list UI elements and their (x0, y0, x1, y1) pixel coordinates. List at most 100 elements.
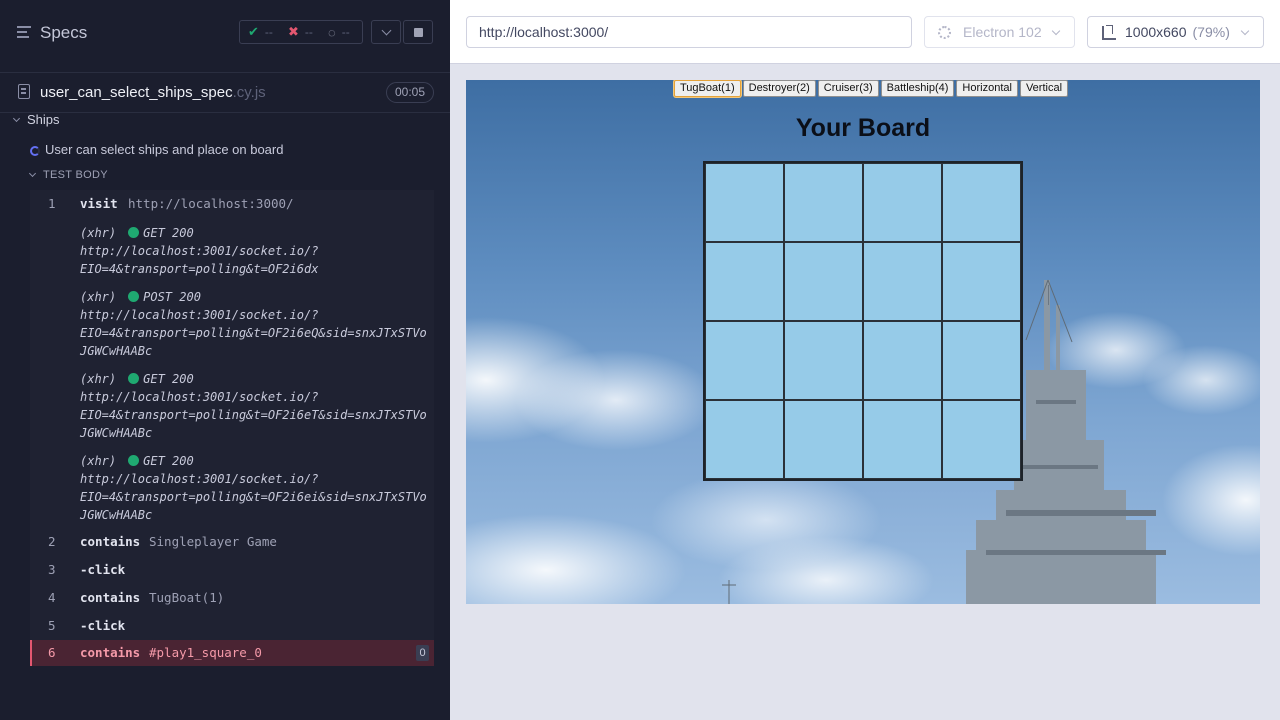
command-row[interactable]: 3 -click (30, 556, 434, 584)
xhr-log[interactable]: (xhr) GET 200 http://localhost:3001/socke… (30, 446, 434, 528)
board-square[interactable] (705, 242, 784, 321)
suite-title[interactable]: Ships (12, 112, 60, 127)
xhr-label: (xhr) (80, 290, 117, 304)
spec-name: user_can_select_ships_spec (40, 84, 233, 101)
xhr-label: (xhr) (80, 372, 117, 386)
board-square[interactable] (942, 242, 1021, 321)
reporter-header: Specs ✔ -- ✖ -- ◌ -- (0, 0, 450, 64)
failed-stat: ✖ -- (280, 24, 320, 40)
command-name: visit (80, 196, 118, 211)
board-square[interactable] (705, 163, 784, 242)
specs-menu-icon[interactable] (17, 26, 31, 38)
aut-header: http://localhost:3000/ Electron 102 1000… (450, 0, 1280, 64)
status-dot-icon (128, 373, 140, 384)
browser-label: Electron 102 (963, 24, 1042, 40)
command-message: #play1_square_0 (149, 645, 262, 660)
spec-ext: .cy.js (232, 84, 266, 101)
pending-stat: ◌ -- (320, 25, 360, 40)
command-row[interactable]: 4 contains TugBoat(1) (30, 584, 434, 612)
duration-badge: 00:05 (386, 82, 434, 103)
x-icon: ✖ (288, 24, 299, 39)
board-square[interactable] (784, 400, 863, 479)
passed-stat: ✔ -- (240, 24, 280, 40)
expand-collapse-button[interactable] (371, 20, 401, 44)
test-title[interactable]: User can select ships and place on board (30, 142, 283, 157)
board-square[interactable] (942, 400, 1021, 479)
running-spinner-icon (30, 145, 40, 156)
reporter-panel: Specs ✔ -- ✖ -- ◌ -- user_can_select_shi… (0, 0, 450, 720)
command-row-failed[interactable]: 6 contains #play1_square_0 0 (30, 640, 434, 666)
command-message: Singleplayer Game (149, 534, 277, 549)
stop-button[interactable] (403, 20, 433, 44)
chevron-down-icon (28, 169, 37, 178)
spec-file-name: user_can_select_ships_spec.cy.js (40, 84, 266, 101)
test-label: User can select ships and place on board (45, 142, 284, 157)
vertical-button[interactable]: Vertical (1019, 80, 1069, 97)
board-square[interactable] (942, 163, 1021, 242)
board-square[interactable] (863, 400, 942, 479)
board-square[interactable] (784, 242, 863, 321)
board-square[interactable] (705, 400, 784, 479)
command-name: contains (80, 645, 141, 660)
viewport-size: 1000x660 (1125, 24, 1187, 40)
cruiser-button[interactable]: Cruiser(3) (817, 80, 879, 97)
chevron-down-icon (381, 25, 391, 35)
xhr-url: http://localhost:3001/socket.io/? EIO=4&… (80, 244, 319, 276)
gear-icon (938, 26, 951, 39)
xhr-url: http://localhost:3001/socket.io/? EIO=4&… (80, 472, 427, 522)
status-dot-icon (128, 455, 140, 466)
stop-icon (413, 27, 423, 37)
command-row[interactable]: 2 contains Singleplayer Game (30, 528, 434, 556)
tugboat-button[interactable]: TugBoat(1) (674, 80, 741, 97)
status-dot-icon (128, 291, 140, 302)
command-message: TugBoat(1) (149, 590, 225, 605)
xhr-log[interactable]: (xhr) GET 200 http://localhost:3001/socke… (30, 218, 434, 282)
ruler-icon (1102, 25, 1116, 40)
xhr-label: (xhr) (80, 454, 117, 468)
board-square[interactable] (705, 321, 784, 400)
board-title: Your Board (795, 114, 931, 142)
command-name: -click (80, 562, 126, 577)
stats-group: ✔ -- ✖ -- ◌ -- (239, 20, 363, 44)
command-number: 5 (48, 618, 56, 633)
board-square[interactable] (863, 242, 942, 321)
test-body-label: TEST BODY (43, 169, 108, 181)
pending-count: -- (341, 25, 350, 39)
command-name: contains (80, 534, 141, 549)
board-square[interactable] (863, 163, 942, 242)
destroyer-button[interactable]: Destroyer(2) (742, 80, 816, 97)
spinner-icon: ◌ (328, 24, 336, 40)
xhr-url: http://localhost:3001/socket.io/? EIO=4&… (80, 390, 427, 440)
viewport-info[interactable]: 1000x660 (79%) (1087, 16, 1264, 48)
spec-file-header[interactable]: user_can_select_ships_spec.cy.js 00:05 (0, 72, 450, 112)
command-number: 3 (48, 562, 56, 577)
test-tree: Ships User can select ships and place on… (0, 112, 450, 680)
check-icon: ✔ (248, 24, 259, 39)
status-dot-icon (128, 227, 140, 238)
xhr-method: GET 200 (143, 372, 194, 386)
file-icon (18, 84, 30, 99)
specs-title[interactable]: Specs (40, 23, 87, 43)
browser-selector[interactable]: Electron 102 (924, 16, 1075, 48)
xhr-log[interactable]: (xhr) GET 200 http://localhost:3001/socke… (30, 364, 434, 446)
xhr-log[interactable]: (xhr) POST 200 http://localhost:3001/sock… (30, 282, 434, 364)
url-bar[interactable]: http://localhost:3000/ (466, 16, 912, 48)
board-square[interactable] (784, 163, 863, 242)
suite-label: Ships (27, 112, 60, 127)
command-message: http://localhost:3000/ (128, 196, 294, 211)
board-square[interactable] (784, 321, 863, 400)
chevron-down-icon (1051, 26, 1061, 36)
command-number: 4 (48, 590, 56, 605)
board-square[interactable] (863, 321, 942, 400)
horizontal-button[interactable]: Horizontal (956, 80, 1018, 97)
battleship-button[interactable]: Battleship(4) (880, 80, 955, 97)
board-square[interactable] (942, 321, 1021, 400)
command-name: contains (80, 590, 141, 605)
command-number: 6 (48, 645, 56, 660)
test-body-header[interactable]: TEST BODY (28, 169, 108, 181)
command-row[interactable]: 1 visit http://localhost:3000/ (30, 190, 434, 218)
xhr-url: http://localhost:3001/socket.io/? EIO=4&… (80, 308, 427, 358)
xhr-method: GET 200 (143, 226, 194, 240)
passed-count: -- (264, 25, 273, 39)
command-row[interactable]: 5 -click (30, 612, 434, 640)
